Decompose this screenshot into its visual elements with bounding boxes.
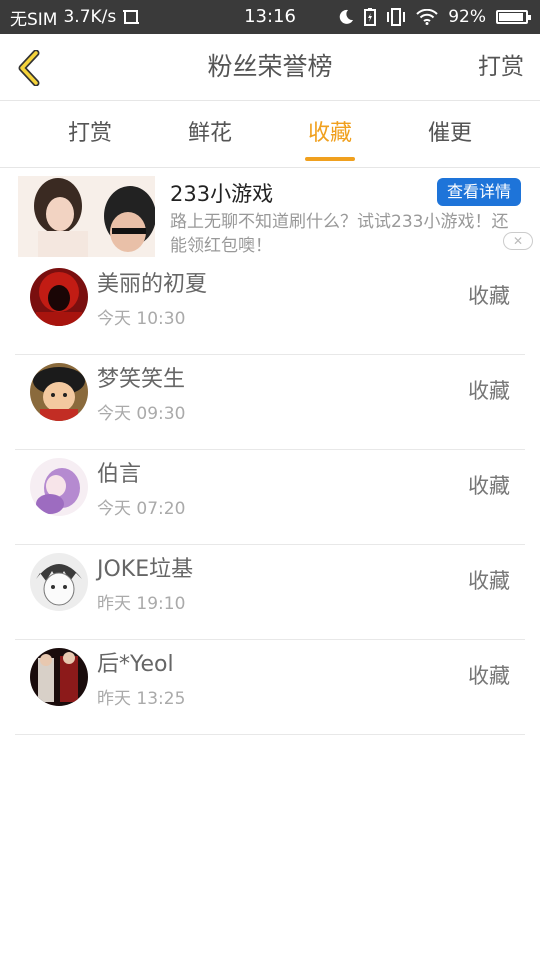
ad-banner[interactable]: 233小游戏 查看详情 路上无聊不知道刷什么？试试233小游戏！还能领红包噢！ … xyxy=(0,168,540,260)
list-item[interactable]: 梦笑笑生 今天 09:30 收藏 xyxy=(15,355,525,450)
page-title: 粉丝荣誉榜 xyxy=(207,52,333,81)
ad-description: 路上无聊不知道刷什么？试试233小游戏！还能领红包噢！ xyxy=(170,212,509,256)
action-label: 收藏 xyxy=(468,284,510,308)
action-time: 今天 09:30 xyxy=(97,404,186,424)
active-tab-indicator xyxy=(305,157,355,161)
action-label: 收藏 xyxy=(468,569,510,593)
list-item[interactable]: JOKE垃基 昨天 19:10 收藏 xyxy=(15,545,525,640)
action-time: 昨天 13:25 xyxy=(97,689,186,709)
user-name: 梦笑笑生 xyxy=(97,367,186,392)
close-icon: ✕ xyxy=(512,234,524,248)
battery-icon xyxy=(496,10,531,24)
app-header: 粉丝荣誉榜 打赏 xyxy=(0,34,540,101)
ad-title: 233小游戏 xyxy=(170,182,274,206)
tab-urge-update[interactable]: 催更 xyxy=(390,101,510,167)
tab-reward[interactable]: 打赏 xyxy=(30,101,150,167)
action-label: 收藏 xyxy=(468,474,510,498)
avatar xyxy=(30,268,88,326)
user-name: JOKE垃基 xyxy=(97,557,194,582)
list-item[interactable]: 美丽的初夏 今天 10:30 收藏 xyxy=(15,260,525,355)
avatar xyxy=(30,363,88,421)
avatar xyxy=(30,458,88,516)
battery-saver-icon xyxy=(364,8,377,26)
avatar xyxy=(30,553,88,611)
ad-image xyxy=(18,176,155,257)
user-name: 伯言 xyxy=(97,462,142,487)
battery-percent: 92% xyxy=(448,7,486,27)
moon-icon xyxy=(338,9,354,25)
ad-details-button[interactable]: 查看详情 xyxy=(437,178,521,206)
action-label: 收藏 xyxy=(468,379,510,403)
action-label: 收藏 xyxy=(468,664,510,688)
user-name: 美丽的初夏 xyxy=(97,272,208,297)
action-time: 今天 07:20 xyxy=(97,499,186,519)
list-item[interactable]: 伯言 今天 07:20 收藏 xyxy=(15,450,525,545)
action-time: 今天 10:30 xyxy=(97,309,186,329)
status-bar: 无SIM 3.7K/s 13:16 92% xyxy=(0,0,540,34)
avatar xyxy=(30,648,88,706)
ad-close-button[interactable]: ✕ xyxy=(503,232,533,250)
user-name: 后*Yeol xyxy=(97,652,174,677)
battery-fill xyxy=(499,13,523,21)
tab-bar: 打赏 鲜花 收藏 催更 xyxy=(0,101,540,168)
tab-flowers[interactable]: 鲜花 xyxy=(150,101,270,167)
list-item[interactable]: 后*Yeol 昨天 13:25 收藏 xyxy=(15,640,525,735)
wifi-icon xyxy=(416,9,438,25)
vibrate-icon xyxy=(386,8,406,26)
fan-list: 美丽的初夏 今天 10:30 收藏 梦笑笑生 今天 09:30 收藏 伯言 今天… xyxy=(15,260,525,735)
reward-button[interactable]: 打赏 xyxy=(478,34,524,100)
action-time: 昨天 19:10 xyxy=(97,594,186,614)
status-right: 92% xyxy=(338,0,531,34)
